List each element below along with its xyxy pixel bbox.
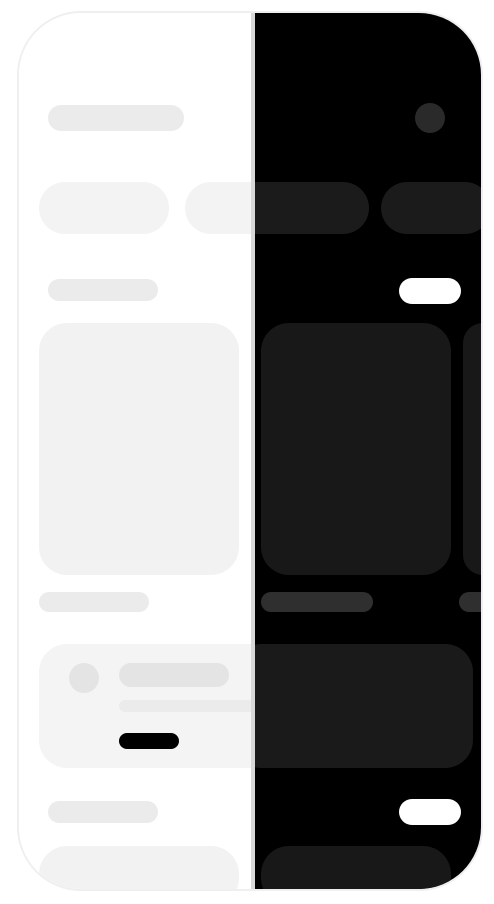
list-item-subtitle-placeholder (119, 700, 253, 712)
dark-mode-preview (253, 13, 481, 889)
filter-chip-placeholder[interactable] (381, 182, 481, 234)
featured-card-placeholder[interactable] (39, 323, 239, 575)
header-title-placeholder (48, 105, 184, 131)
light-dark-divider (251, 13, 255, 889)
see-all-pill-placeholder[interactable] (399, 799, 461, 825)
phone-frame (17, 11, 483, 891)
filter-chip-placeholder[interactable] (253, 182, 369, 234)
section-heading-placeholder (261, 592, 373, 612)
profile-icon-placeholder[interactable] (415, 103, 445, 133)
stage (0, 0, 494, 904)
section-heading-placeholder (48, 279, 158, 301)
avatar-placeholder (69, 663, 99, 693)
see-all-pill-placeholder[interactable] (399, 278, 461, 304)
list-item-card-placeholder[interactable] (253, 644, 473, 768)
filter-chip-placeholder[interactable] (185, 182, 253, 234)
action-pill-placeholder[interactable] (119, 733, 179, 749)
section-heading-placeholder (48, 801, 158, 823)
list-item-title-placeholder (119, 663, 229, 687)
section-heading-placeholder (459, 592, 481, 612)
light-mode-preview (19, 13, 253, 889)
featured-card-placeholder[interactable] (463, 323, 481, 575)
bottom-card-placeholder[interactable] (261, 846, 451, 889)
featured-card-placeholder[interactable] (261, 323, 451, 575)
filter-chip-placeholder[interactable] (39, 182, 169, 234)
section-heading-placeholder (39, 592, 149, 612)
bottom-card-placeholder[interactable] (39, 846, 239, 889)
